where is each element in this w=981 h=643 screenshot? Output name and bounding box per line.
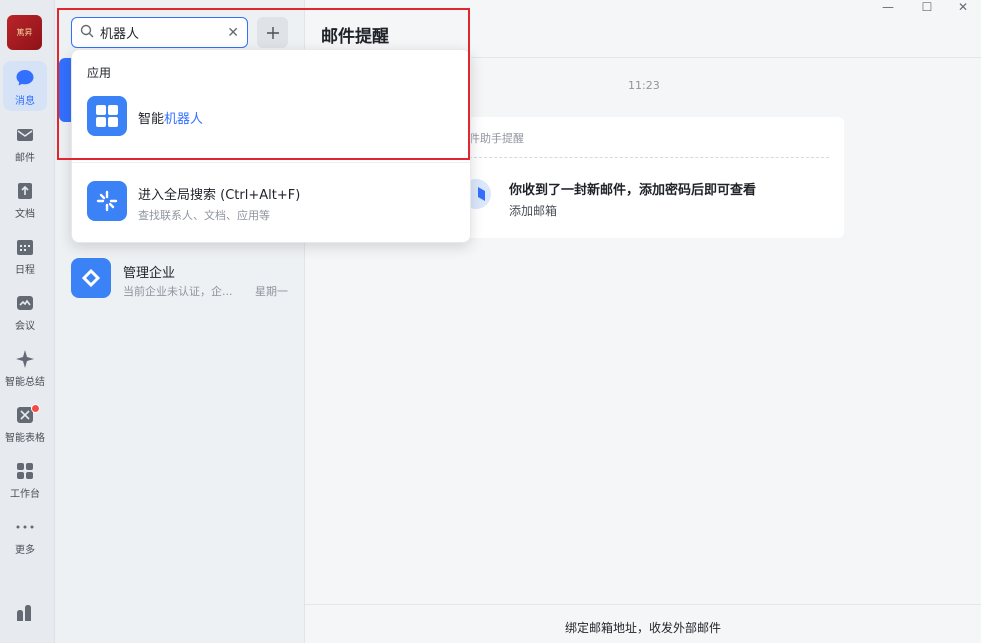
card-header: 件助手提醒: [469, 132, 524, 145]
nav-item-smart-table[interactable]: 智能表格: [0, 398, 50, 448]
sparkle-icon: [14, 348, 36, 370]
mail-reminder-card[interactable]: 件助手提醒 你收到了一封新邮件，添加密码后即可查看 添加邮箱: [453, 117, 844, 238]
divider: [72, 162, 470, 163]
add-button[interactable]: [257, 17, 288, 48]
search-input[interactable]: 机器人 ✕: [71, 17, 248, 48]
nav-label: 文档: [15, 209, 35, 220]
nav-item-messages[interactable]: 消息: [3, 61, 47, 111]
enterprise-sync-icon: [71, 258, 111, 298]
conversation-time: 星期一: [255, 285, 288, 298]
org-avatar[interactable]: 篤昇: [7, 15, 42, 50]
app-grid-icon: [87, 96, 127, 136]
message-timestamp: 11:23: [628, 79, 660, 92]
nav-label: 日程: [15, 265, 35, 276]
calendar-icon: [14, 236, 36, 258]
nav-item-docs[interactable]: 文档: [0, 174, 50, 224]
global-search-subtitle: 查找联系人、文档、应用等: [138, 209, 270, 222]
bind-email-link[interactable]: 绑定邮箱地址，收发外部邮件: [565, 619, 721, 636]
notification-dot: [31, 404, 40, 413]
nav-label: 更多: [15, 545, 35, 556]
nav-item-mail[interactable]: 邮件: [0, 118, 50, 168]
chat-title: 邮件提醒: [321, 27, 389, 47]
mail-icon: [14, 124, 36, 146]
nav-label: 邮件: [15, 153, 35, 164]
nav-label: 智能表格: [5, 433, 45, 444]
card-message: 你收到了一封新邮件，添加密码后即可查看: [509, 183, 757, 198]
nav-label: 消息: [15, 96, 35, 107]
card-divider: [469, 157, 829, 158]
global-search-entry[interactable]: 进入全局搜索 (Ctrl+Alt+F) 查找联系人、文档、应用等: [87, 181, 457, 225]
nav-item-more[interactable]: 更多: [0, 510, 50, 560]
chat-footer: 绑定邮箱地址，收发外部邮件: [305, 604, 981, 643]
window-close-button[interactable]: ✕: [948, 0, 978, 14]
meeting-icon: [14, 292, 36, 314]
conversation-preview: 当前企业未认证，企...: [123, 285, 233, 298]
maximize-button[interactable]: ☐: [912, 0, 942, 14]
nav-item-workbench[interactable]: 工作台: [0, 454, 50, 504]
result-smart-robot[interactable]: 智能机器人: [87, 96, 457, 140]
plus-icon: [266, 21, 280, 45]
close-icon[interactable]: ✕: [227, 25, 239, 41]
chat-bubble-icon: [14, 67, 36, 89]
result-title-prefix: 智能: [138, 112, 165, 127]
selected-conversation-indicator: [59, 58, 71, 122]
search-query: 机器人: [100, 27, 140, 42]
search-icon: [80, 23, 94, 42]
nav-item-calendar[interactable]: 日程: [0, 230, 50, 280]
bar-chart-icon[interactable]: [15, 603, 35, 623]
list-item-manage-enterprise[interactable]: 管理企业 当前企业未认证，企... 星期一: [71, 258, 301, 302]
global-search-icon: [87, 181, 127, 221]
grid-icon: [14, 460, 36, 482]
nav-item-smart-summary[interactable]: 智能总结: [0, 342, 50, 392]
more-dots-icon: [14, 516, 36, 538]
add-mailbox-link[interactable]: 添加邮箱: [509, 202, 557, 219]
document-icon: [14, 180, 36, 202]
nav-label: 智能总结: [5, 377, 45, 388]
minimize-button[interactable]: —: [873, 0, 903, 14]
result-title-highlight: 机器人: [164, 112, 204, 127]
section-label-apps: 应用: [87, 66, 112, 80]
result-title: 智能机器人: [138, 108, 203, 127]
nav-item-meetings[interactable]: 会议: [0, 286, 50, 336]
left-nav-rail: 篤昇 消息 邮件 文档 日程 会议 智能总结 智能表格 工作台 更多: [0, 0, 55, 643]
search-results-dropdown: 应用 智能机器人 进入全局搜索 (Ctrl+Alt+F) 查找联系人、文档、应用…: [71, 49, 471, 243]
nav-label: 工作台: [10, 489, 40, 500]
global-search-title: 进入全局搜索 (Ctrl+Alt+F): [138, 188, 301, 203]
nav-label: 会议: [15, 321, 35, 332]
org-avatar-text: 篤昇: [16, 28, 33, 37]
conversation-title: 管理企业: [123, 266, 176, 281]
